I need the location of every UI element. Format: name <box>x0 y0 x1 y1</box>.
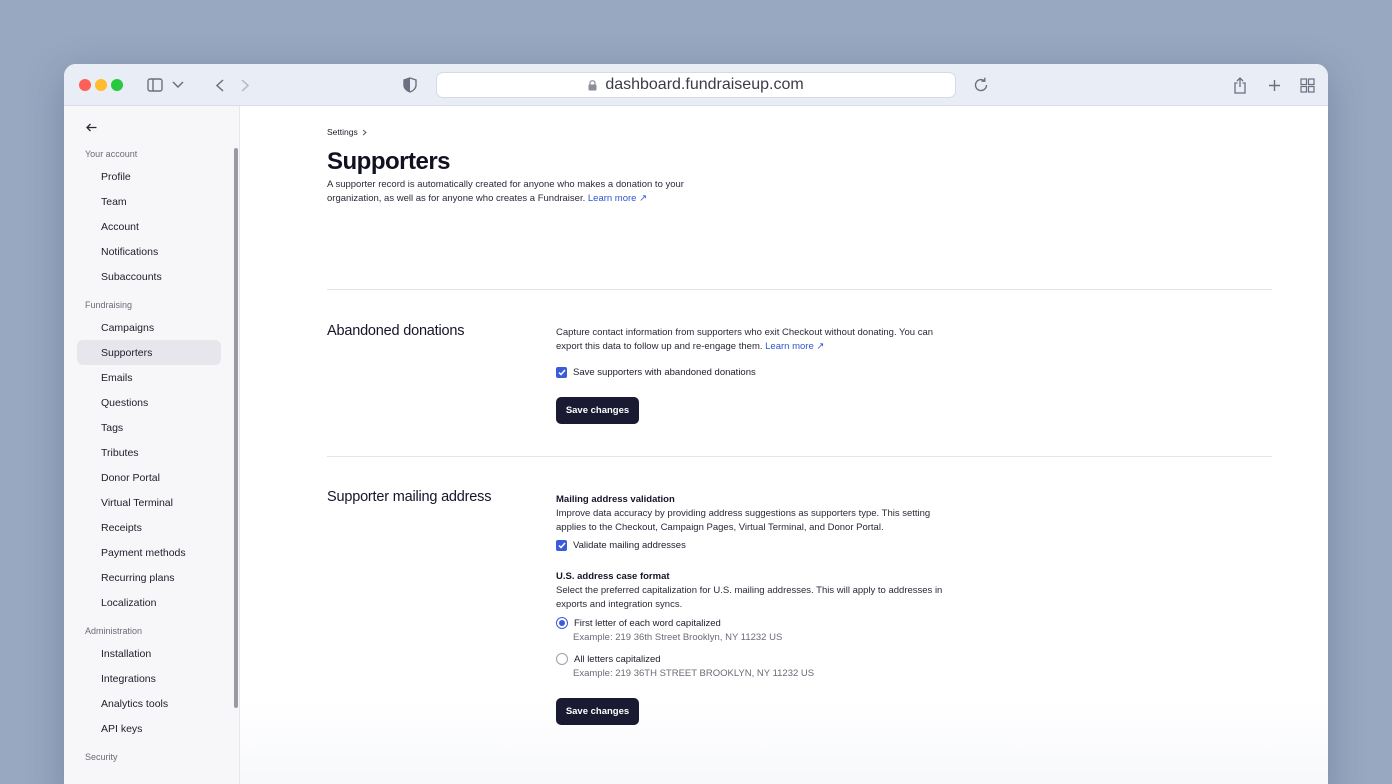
sidebar-item-api-keys[interactable]: API keys <box>77 716 221 741</box>
sidebar-item-supporters[interactable]: Supporters <box>77 340 221 365</box>
sidebar-item-questions[interactable]: Questions <box>77 390 221 415</box>
mailing-address-title: Supporter mailing address <box>327 489 492 505</box>
section-administration: Administration <box>85 626 143 636</box>
minimize-window-button[interactable] <box>95 79 107 91</box>
back-arrow-icon[interactable] <box>82 118 100 136</box>
abandoned-description-text: Capture contact information from support… <box>556 327 934 352</box>
sidebar-item-team[interactable]: Team <box>77 189 221 214</box>
save-abandoned-label: Save supporters with abandoned donations <box>573 367 756 378</box>
sidebar-item-donor-portal[interactable]: Donor Portal <box>77 465 221 490</box>
case-format-heading: U.S. address case format <box>556 571 670 582</box>
save-changes-button[interactable]: Save changes <box>556 397 639 424</box>
sidebar-icon[interactable] <box>146 76 164 94</box>
radio-option-first-letter[interactable]: First letter of each word capitalized <box>556 617 721 629</box>
new-tab-icon[interactable] <box>1265 76 1283 94</box>
sidebar-item-emails[interactable]: Emails <box>77 365 221 390</box>
abandoned-donations-description: Capture contact information from support… <box>556 326 946 353</box>
first-letter-example: Example: 219 36th Street Brooklyn, NY 11… <box>573 632 783 643</box>
radio-all-caps-label: All letters capitalized <box>574 653 661 665</box>
back-icon[interactable] <box>212 77 228 93</box>
save-abandoned-checkbox[interactable] <box>556 367 567 378</box>
sidebar-item-tags[interactable]: Tags <box>77 415 221 440</box>
radio-first-letter-label: First letter of each word capitalized <box>574 617 721 629</box>
validation-heading: Mailing address validation <box>556 494 675 505</box>
sidebar-item-receipts[interactable]: Receipts <box>77 515 221 540</box>
address-bar[interactable]: dashboard.fundraiseup.com <box>436 72 956 98</box>
validate-addresses-label: Validate mailing addresses <box>573 540 686 551</box>
breadcrumb-settings-link[interactable]: Settings <box>327 127 358 137</box>
browser-toolbar: dashboard.fundraiseup.com <box>64 64 1328 106</box>
sidebar-scrollbar[interactable] <box>234 148 238 708</box>
radio-option-all-caps[interactable]: All letters capitalized <box>556 653 661 665</box>
section-your-account: Your account <box>85 149 138 159</box>
sidebar-item-notifications[interactable]: Notifications <box>77 239 221 264</box>
sidebar-item-account[interactable]: Account <box>77 214 221 239</box>
all-caps-example: Example: 219 36TH STREET BROOKLYN, NY 11… <box>573 668 815 679</box>
forward-icon[interactable] <box>237 77 253 93</box>
section-divider <box>327 456 1272 457</box>
validation-description: Improve data accuracy by providing addre… <box>556 508 931 533</box>
zoom-window-button[interactable] <box>111 79 123 91</box>
chevron-down-icon[interactable] <box>170 77 186 93</box>
page-intro: A supporter record is automatically crea… <box>327 178 707 205</box>
sidebar-item-installation[interactable]: Installation <box>77 641 221 666</box>
sidebar-item-recurring-plans[interactable]: Recurring plans <box>77 565 221 590</box>
sidebar-item-virtual-terminal[interactable]: Virtual Terminal <box>77 490 221 515</box>
sidebar-item-subaccounts[interactable]: Subaccounts <box>77 264 221 289</box>
sidebar-item-profile[interactable]: Profile <box>77 164 221 189</box>
shield-icon[interactable] <box>401 76 419 94</box>
browser-window: dashboard.fundraiseup.com Your account P… <box>64 64 1328 784</box>
page-title: Supporters <box>327 148 451 175</box>
save-changes-button[interactable]: Save changes <box>556 698 639 725</box>
settings-sidebar: Your account Profile Team Account Notifi… <box>64 106 240 784</box>
radio-first-letter[interactable] <box>556 617 568 629</box>
abandoned-donations-title: Abandoned donations <box>327 323 465 339</box>
sidebar-item-payment-methods[interactable]: Payment methods <box>77 540 221 565</box>
section-security: Security <box>85 752 118 762</box>
main-content: Settings Supporters A supporter record i… <box>240 106 1328 784</box>
radio-all-caps[interactable] <box>556 653 568 665</box>
section-divider <box>327 289 1272 290</box>
url-text: dashboard.fundraiseup.com <box>605 76 804 93</box>
validate-addresses-checkbox-row[interactable]: Validate mailing addresses <box>556 540 686 551</box>
case-format-description: Select the preferred capitalization for … <box>556 585 943 610</box>
tab-overview-icon[interactable] <box>1298 76 1316 94</box>
reload-icon[interactable] <box>972 76 990 94</box>
lock-icon <box>588 79 597 91</box>
share-icon[interactable] <box>1231 75 1249 95</box>
section-fundraising: Fundraising <box>85 300 133 310</box>
close-window-button[interactable] <box>79 79 91 91</box>
sidebar-item-integrations[interactable]: Integrations <box>77 666 221 691</box>
sidebar-item-campaigns[interactable]: Campaigns <box>77 315 221 340</box>
sidebar-item-localization[interactable]: Localization <box>77 590 221 615</box>
save-abandoned-checkbox-row[interactable]: Save supporters with abandoned donations <box>556 367 756 378</box>
validate-addresses-checkbox[interactable] <box>556 540 567 551</box>
sidebar-item-tributes[interactable]: Tributes <box>77 440 221 465</box>
chevron-right-icon <box>362 129 367 136</box>
breadcrumb: Settings <box>327 127 367 137</box>
abandoned-learn-more-link[interactable]: Learn more ↗ <box>765 341 824 352</box>
learn-more-link[interactable]: Learn more ↗ <box>588 193 647 204</box>
sidebar-item-analytics-tools[interactable]: Analytics tools <box>77 691 221 716</box>
